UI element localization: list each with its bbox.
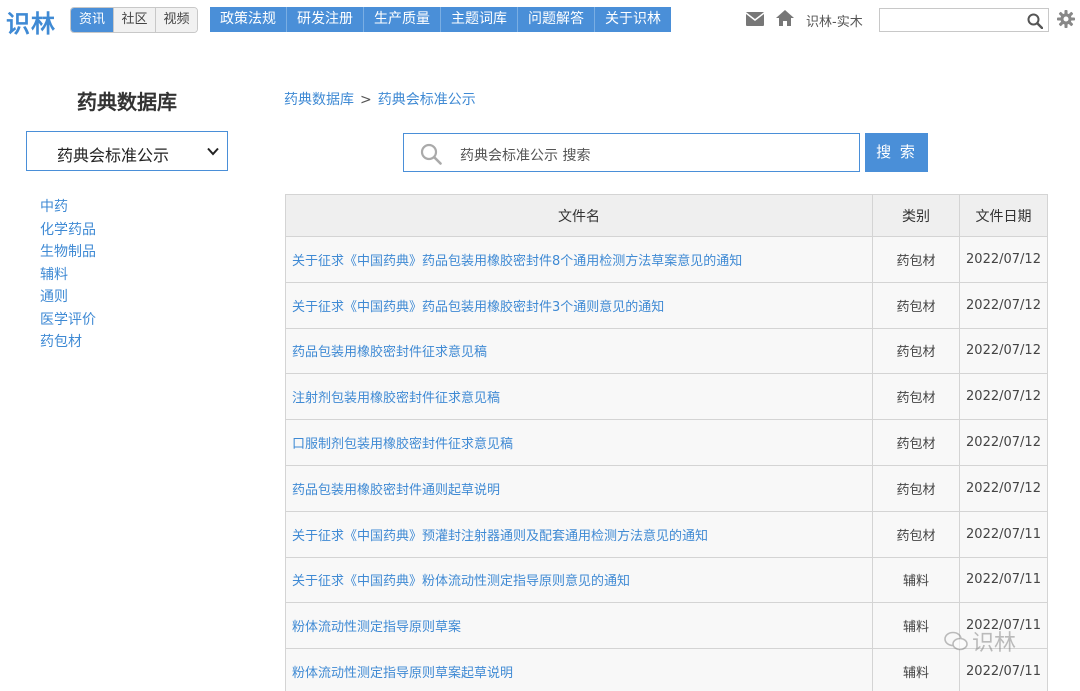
date-cell: 2022/07/12 [959,236,1048,283]
date-cell: 2022/07/11 [959,510,1048,558]
table-row: 关于征求《中国药典》粉体流动性测定指导原则意见的通知 辅料 2022/07/11 [285,556,1048,604]
document-link[interactable]: 粉体流动性测定指导原则草案 [285,602,873,650]
table-row: 药品包装用橡胶密封件征求意见稿 药包材 2022/07/12 [285,327,1048,375]
breadcrumb-current[interactable]: 药典会标准公示 [378,92,476,108]
search-placeholder: 药典会标准公示 搜索 [460,148,591,164]
table-row: 药品包装用橡胶密封件通则起草说明 药包材 2022/07/12 [285,464,1048,512]
table-row: 注射剂包装用橡胶密封件征求意见稿 药包材 2022/07/12 [285,373,1048,421]
user-name[interactable]: 识林-实木 [806,11,863,30]
category-cell: 药包材 [872,327,960,375]
top-search-input[interactable] [879,8,1049,32]
table-row: 粉体流动性测定指导原则草案起草说明 辅料 2022/07/11 [285,648,1048,691]
document-link[interactable]: 注射剂包装用橡胶密封件征求意见稿 [285,373,873,421]
table-row: 关于征求《中国药典》药品包装用橡胶密封件3个通则意见的通知 药包材 2022/07/… [285,281,1048,329]
table-row: 关于征求《中国药典》药品包装用橡胶密封件8个通用检测方法草案意见的通知 药包材 20… [285,236,1048,283]
sidebar-item-tcm[interactable]: 中药 [40,196,96,219]
table-row: 口服制剂包装用橡胶密封件征求意见稿 药包材 2022/07/12 [285,419,1048,466]
breadcrumb-separator: > [360,92,372,108]
sidebar-item-packaging[interactable]: 药包材 [40,331,96,354]
date-cell: 2022/07/12 [959,327,1048,375]
header-filename[interactable]: 文件名 [285,194,873,237]
search-button[interactable]: 搜 索 [865,133,928,172]
documents-table: 文件名 类别 文件日期 关于征求《中国药典》药品包装用橡胶密封件8个通用检测方法… [285,194,1048,691]
watermark-text: 识林 [972,631,1017,656]
sidebar-item-chemical[interactable]: 化学药品 [40,219,96,242]
document-link[interactable]: 关于征求《中国药典》粉体流动性测定指导原则意见的通知 [285,556,873,604]
breadcrumb: 药典数据库 > 药典会标准公示 [284,89,476,109]
sidebar-item-general[interactable]: 通则 [40,286,96,309]
sidebar-item-excipient[interactable]: 辅料 [40,264,96,287]
document-link[interactable]: 关于征求《中国药典》药品包装用橡胶密封件8个通用检测方法草案意见的通知 [285,236,873,283]
segment-video[interactable]: 视频 [155,8,197,32]
category-cell: 药包材 [872,464,960,512]
nav-item-policy[interactable]: 政策法规 [210,7,286,32]
date-cell: 2022/07/11 [959,556,1048,604]
main-nav: 政策法规 研发注册 生产质量 主题词库 问题解答 关于识林 [210,7,671,32]
segment-community[interactable]: 社区 [113,8,155,32]
segment-news[interactable]: 资讯 [71,8,113,32]
category-cell: 药包材 [872,510,960,558]
document-link[interactable]: 药品包装用橡胶密封件征求意见稿 [285,327,873,375]
search-input[interactable]: 药典会标准公示 搜索 [403,133,860,172]
select-value: 药典会标准公示 [57,146,170,165]
category-cell: 辅料 [872,556,960,604]
chevron-down-icon [207,147,219,156]
site-logo[interactable]: 识林 [6,4,56,39]
search-icon [420,143,442,165]
gear-icon[interactable] [1057,10,1075,28]
table-header-row: 文件名 类别 文件日期 [285,194,1048,237]
nav-item-rd[interactable]: 研发注册 [286,7,363,32]
category-cell: 药包材 [872,373,960,421]
category-cell: 药包材 [872,281,960,329]
sidebar-item-medical-eval[interactable]: 医学评价 [40,309,96,332]
date-cell: 2022/07/12 [959,419,1048,466]
date-cell: 2022/07/12 [959,464,1048,512]
table-row: 粉体流动性测定指导原则草案 辅料 2022/07/11 [285,602,1048,650]
mail-icon[interactable] [746,11,764,27]
search-icon[interactable] [1027,13,1043,29]
document-link[interactable]: 关于征求《中国药典》预灌封注射器通则及配套通用检测方法意见的通知 [285,510,873,558]
sidebar-title: 药典数据库 [77,90,177,114]
nav-item-quality[interactable]: 生产质量 [363,7,440,32]
document-link[interactable]: 口服制剂包装用橡胶密封件征求意见稿 [285,419,873,466]
category-list: 中药 化学药品 生物制品 辅料 通则 医学评价 药包材 [40,196,96,354]
home-icon[interactable] [776,10,794,26]
document-link[interactable]: 粉体流动性测定指导原则草案起草说明 [285,648,873,691]
section-switcher: 资讯 社区 视频 [70,7,198,33]
table-row: 关于征求《中国药典》预灌封注射器通则及配套通用检测方法意见的通知 药包材 2022/… [285,510,1048,558]
breadcrumb-root[interactable]: 药典数据库 [284,92,354,108]
date-cell: 2022/07/12 [959,373,1048,421]
date-cell: 2022/07/12 [959,281,1048,329]
category-cell: 药包材 [872,236,960,283]
wechat-watermark: 识林 [944,625,1016,657]
category-cell: 药包材 [872,419,960,466]
document-link[interactable]: 关于征求《中国药典》药品包装用橡胶密封件3个通则意见的通知 [285,281,873,329]
database-select[interactable]: 药典会标准公示 [26,131,228,171]
nav-item-glossary[interactable]: 主题词库 [440,7,517,32]
nav-item-qa[interactable]: 问题解答 [517,7,594,32]
header-date[interactable]: 文件日期 [959,194,1048,237]
header-category[interactable]: 类别 [872,194,960,237]
nav-item-about[interactable]: 关于识林 [594,7,671,32]
sidebar-item-biologic[interactable]: 生物制品 [40,241,96,264]
document-link[interactable]: 药品包装用橡胶密封件通则起草说明 [285,464,873,512]
wechat-icon [944,631,968,651]
